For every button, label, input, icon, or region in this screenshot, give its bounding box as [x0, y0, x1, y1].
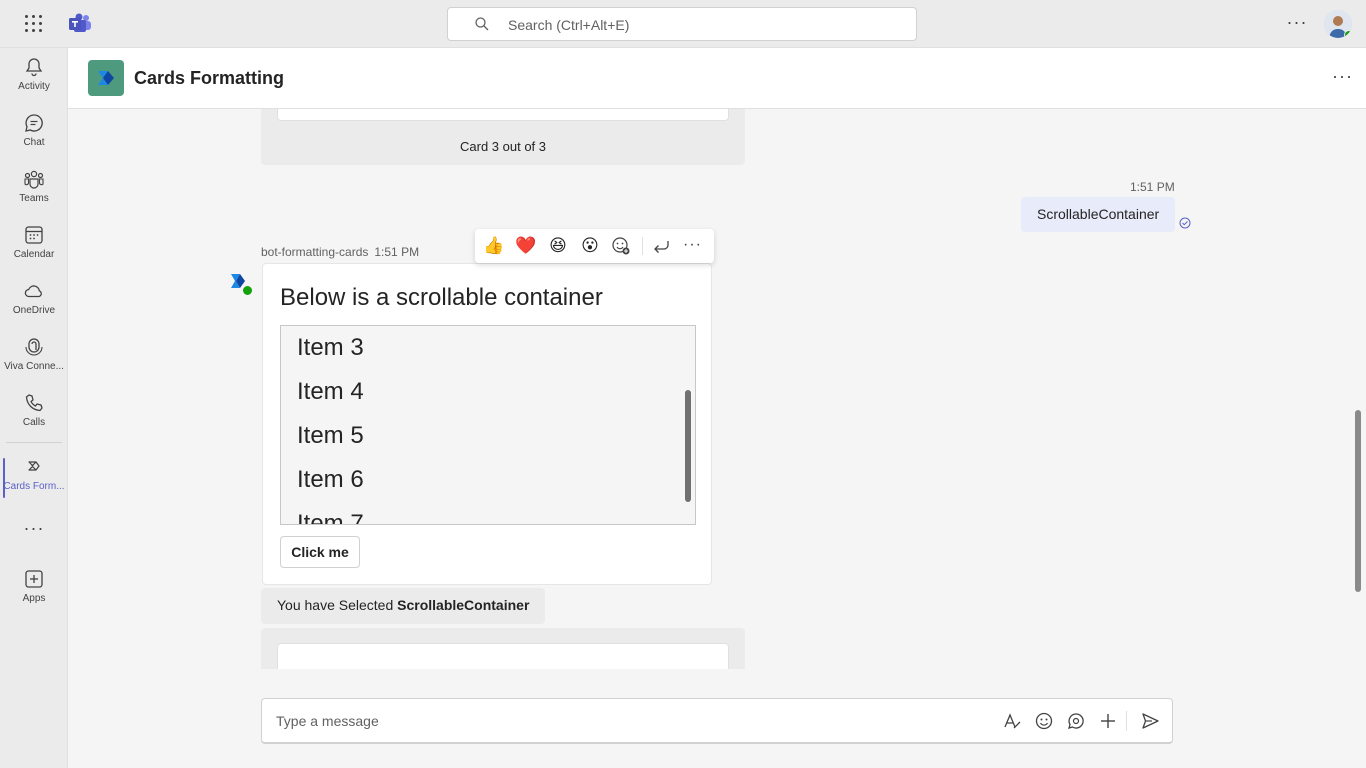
bot-presence-icon [242, 285, 253, 296]
selection-message[interactable]: You have Selected ScrollableContainer [261, 588, 546, 624]
add-reaction-icon[interactable] [611, 236, 631, 256]
app-header: Cards Formatting ··· [68, 48, 1366, 109]
rail-label: Cards Form... [3, 481, 65, 492]
settings-more-button[interactable]: ··· [1286, 12, 1308, 34]
page-title: Cards Formatting [134, 68, 285, 88]
message-timestamp: 1:51 PM [374, 245, 420, 259]
laugh-reaction[interactable]: 😆 [547, 235, 569, 257]
sender-name: bot-formatting-cards [261, 245, 369, 259]
rail-item-calendar[interactable]: Calendar [0, 224, 68, 278]
send-icon[interactable] [1140, 711, 1160, 731]
list-item: Item 6 [297, 466, 364, 493]
loop-icon[interactable] [1066, 711, 1086, 731]
rail-label: Viva Conne... [4, 361, 64, 372]
compose-divider [1126, 711, 1127, 731]
app-icon [28, 461, 40, 471]
left-rail: Activity Chat Teams Calendar OneDrive Vi… [0, 48, 68, 768]
search-icon [475, 17, 489, 31]
surprised-reaction[interactable]: 😮 [579, 235, 601, 257]
rail-item-calls[interactable]: Calls [0, 392, 68, 446]
rail-label: Calendar [13, 249, 55, 260]
rail-item-chat[interactable]: Chat [0, 112, 68, 166]
bot-message-meta: bot-formatting-cards 1:51 PM [261, 245, 419, 259]
rail-item-viva-connections[interactable]: Viva Conne... [0, 336, 68, 390]
search-placeholder: Search (Ctrl+Alt+E) [508, 17, 630, 33]
rail-label: Teams [19, 193, 49, 204]
carousel-card-body [277, 109, 729, 121]
message-input[interactable]: Type a message [276, 713, 379, 729]
list-item: Item 5 [297, 422, 364, 449]
cards-formatting-app-icon [88, 60, 124, 96]
teams-logo-icon [69, 13, 91, 32]
phone-icon [25, 394, 43, 412]
adaptive-card: Below is a scrollable container Item 3 I… [262, 263, 712, 585]
compose-box[interactable]: Type a message [261, 698, 1173, 744]
sent-check-icon [1179, 217, 1191, 229]
rail-label: Apps [22, 593, 46, 604]
chat-scrollbar[interactable] [1355, 410, 1361, 592]
more-options-button[interactable]: ··· [683, 236, 702, 254]
my-message-bubble[interactable]: ScrollableContainer [1021, 197, 1176, 232]
teams-icon [24, 170, 44, 189]
presence-available-icon [1344, 30, 1352, 38]
bell-icon [25, 58, 43, 77]
list-item: Item 7 [297, 510, 364, 525]
scrollbar-thumb[interactable] [685, 390, 691, 502]
selection-prefix: You have Selected [277, 597, 398, 613]
heart-reaction[interactable]: ❤️ [515, 235, 537, 257]
rail-label: OneDrive [12, 305, 56, 316]
add-app-icon [25, 570, 43, 588]
rail-item-cards-formatting[interactable]: Cards Form... [0, 456, 68, 510]
avatar[interactable] [1324, 10, 1352, 38]
rail-item-apps[interactable]: Apps [0, 568, 68, 622]
app-launcher-icon[interactable] [24, 14, 44, 34]
card-heading: Below is a scrollable container [280, 284, 603, 311]
header-more-button[interactable]: ··· [1332, 66, 1353, 87]
rail-divider [6, 442, 62, 443]
list-item: Item 4 [297, 378, 364, 405]
top-bar: Search (Ctrl+Alt+E) ··· [0, 0, 1366, 48]
like-reaction[interactable]: 👍 [483, 235, 505, 257]
rail-label: Calls [22, 417, 46, 428]
rail-item-onedrive[interactable]: OneDrive [0, 280, 68, 334]
message-timestamp: 1:51 PM [1130, 180, 1175, 194]
reaction-divider [642, 237, 643, 255]
rail-item-activity[interactable]: Activity [0, 56, 68, 110]
selection-value: ScrollableContainer [397, 597, 530, 613]
add-icon[interactable] [1098, 711, 1118, 731]
carousel-card [261, 628, 745, 669]
carousel-card: Card 3 out of 3 [261, 109, 745, 165]
viva-icon [25, 338, 43, 356]
rail-more-apps-button[interactable]: ··· [0, 518, 68, 540]
more-icon: ··· [23, 518, 45, 538]
list-item: Item 3 [297, 334, 364, 361]
emoji-icon[interactable] [1034, 711, 1054, 731]
rail-label: Chat [23, 137, 45, 148]
chat-area: Card 3 out of 3 1:51 PM ScrollableContai… [68, 109, 1366, 669]
rail-item-teams[interactable]: Teams [0, 168, 68, 222]
carousel-counter: Card 3 out of 3 [460, 139, 546, 154]
search-input[interactable]: Search (Ctrl+Alt+E) [447, 7, 917, 41]
carousel-card-body [277, 643, 729, 669]
scrollable-container[interactable]: Item 3 Item 4 Item 5 Item 6 Item 7 [280, 325, 696, 525]
reply-icon[interactable] [651, 237, 671, 255]
calendar-icon [25, 226, 43, 244]
reaction-bar: 👍 ❤️ 😆 😮 ··· [475, 229, 714, 263]
chat-icon [25, 114, 43, 132]
cloud-icon [24, 285, 42, 298]
click-me-button[interactable]: Click me [280, 536, 360, 568]
format-icon[interactable] [1002, 711, 1022, 731]
rail-label: Activity [18, 81, 50, 92]
